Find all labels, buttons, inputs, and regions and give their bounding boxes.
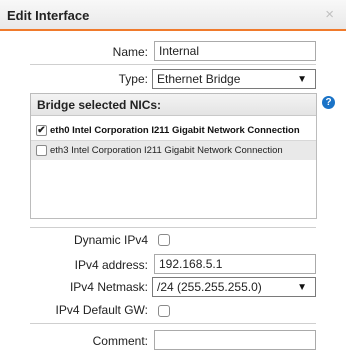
dynamic-ipv4-label: Dynamic IPv4 — [73, 233, 148, 247]
comment-input[interactable] — [154, 330, 316, 350]
separator — [30, 323, 316, 324]
ipv4-default-gw-label: IPv4 Default GW: — [55, 303, 148, 317]
chevron-down-icon: ▼ — [297, 282, 307, 293]
dialog-title: Edit Interface — [7, 8, 90, 23]
name-label: Name: — [112, 45, 148, 59]
nic-item-label: eth3 Intel Corporation I211 Gigabit Netw… — [50, 145, 283, 156]
type-select-value: Ethernet Bridge — [157, 72, 241, 86]
close-icon[interactable]: × — [325, 6, 334, 23]
ipv4-default-gw-checkbox[interactable] — [158, 305, 170, 317]
bridge-nics-header: Bridge selected NICs: — [31, 94, 316, 116]
dialog-titlebar: Edit Interface × — [0, 0, 346, 31]
nic-item-eth3[interactable]: eth3 Intel Corporation I211 Gigabit Netw… — [31, 141, 316, 160]
ipv4-address-label: IPv4 address: — [74, 258, 148, 272]
chevron-down-icon: ▼ — [297, 74, 307, 85]
ipv4-netmask-select-value: /24 (255.255.255.0) — [157, 280, 262, 294]
ipv4-address-input[interactable]: 192.168.5.1 — [154, 254, 316, 274]
name-input[interactable]: Internal — [154, 41, 316, 61]
type-select[interactable]: Ethernet Bridge ▼ — [152, 69, 316, 89]
nic-item-eth0[interactable]: ✔ eth0 Intel Corporation I211 Gigabit Ne… — [31, 121, 316, 141]
dynamic-ipv4-checkbox[interactable] — [158, 234, 170, 246]
checkbox-icon[interactable] — [36, 145, 47, 156]
ipv4-netmask-label: IPv4 Netmask: — [69, 280, 148, 294]
ipv4-netmask-select[interactable]: /24 (255.255.255.0) ▼ — [152, 277, 316, 297]
separator — [30, 64, 316, 65]
checkbox-checked-icon[interactable]: ✔ — [36, 125, 47, 136]
comment-label: Comment: — [92, 334, 148, 348]
bridge-nics-header-label: Bridge selected NICs: — [37, 98, 162, 112]
separator — [30, 227, 316, 228]
bridge-nics-panel: Bridge selected NICs: ✔ eth0 Intel Corpo… — [30, 93, 317, 219]
nic-item-label: eth0 Intel Corporation I211 Gigabit Netw… — [50, 125, 300, 136]
help-icon[interactable]: ? — [322, 96, 335, 109]
type-label: Type: — [118, 72, 148, 86]
